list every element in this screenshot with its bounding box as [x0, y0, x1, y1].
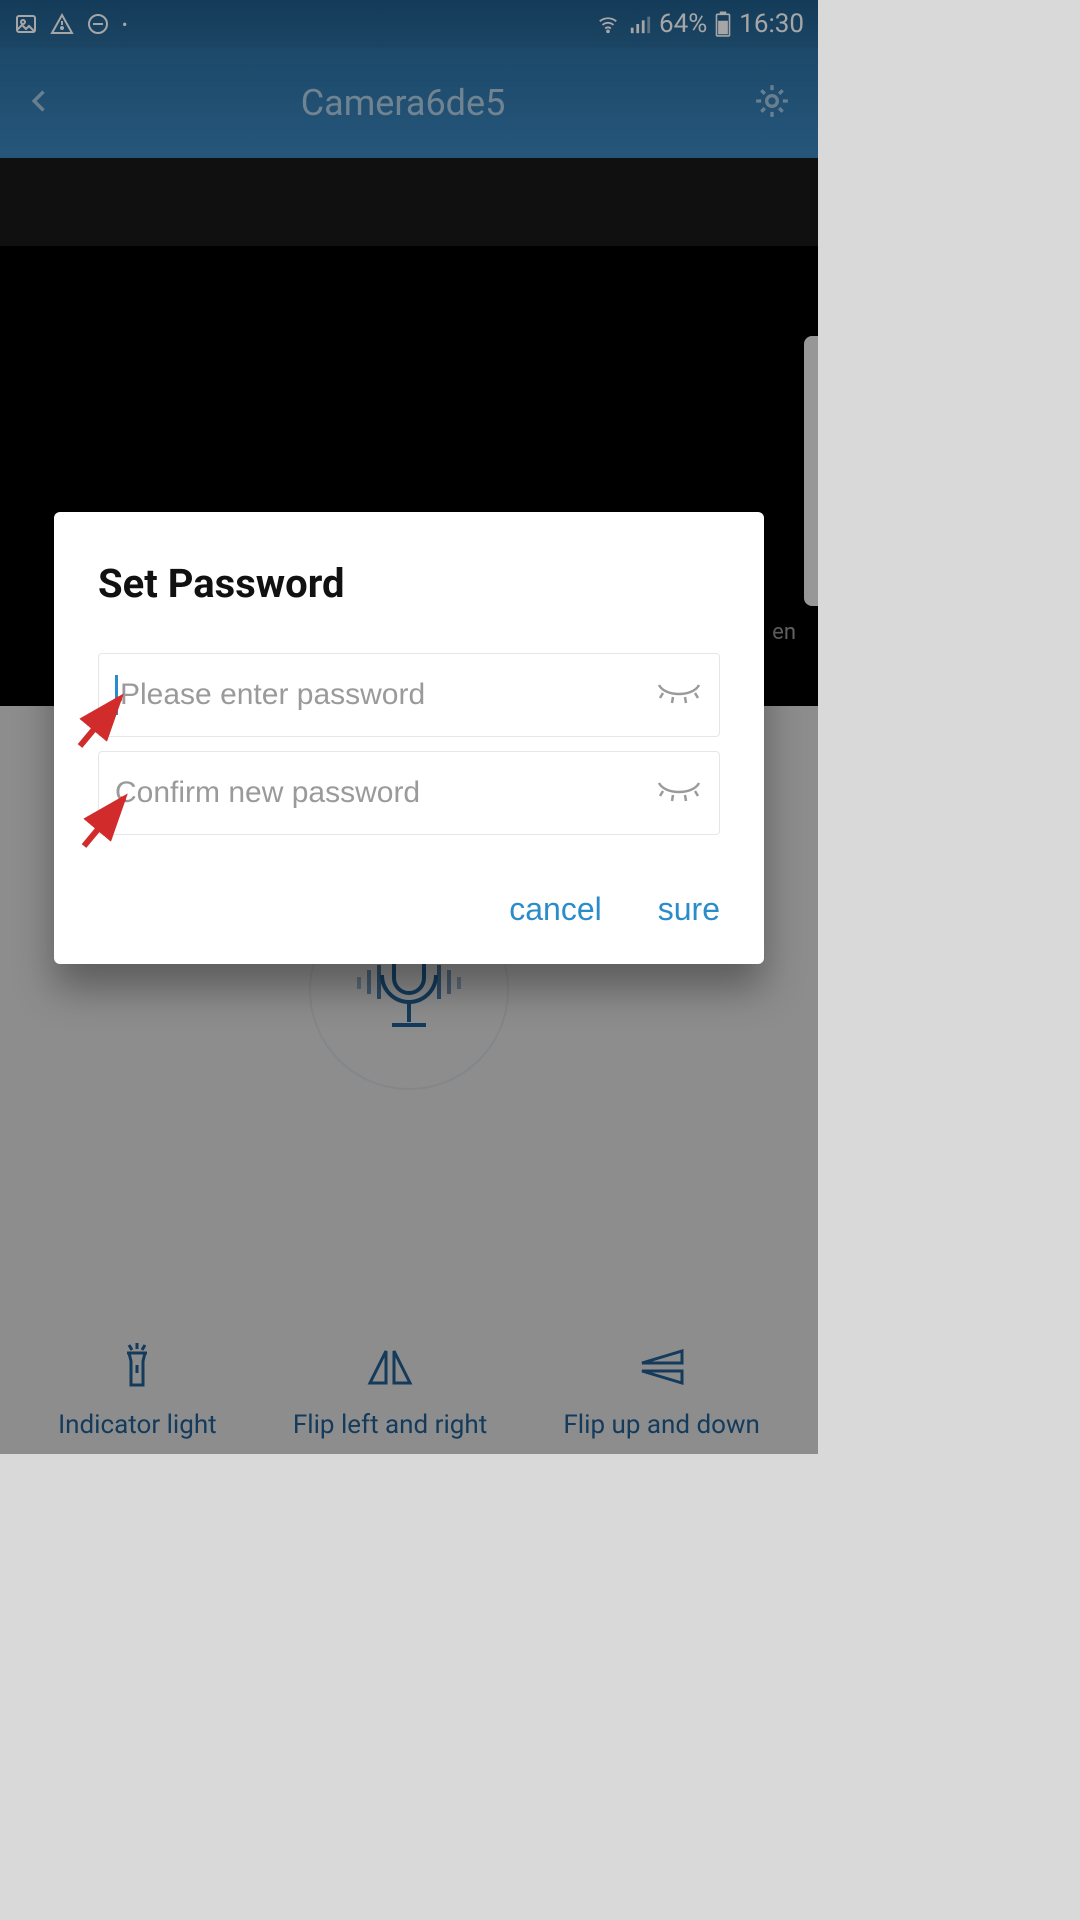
confirm-password-field-wrapper	[98, 751, 720, 835]
confirm-password-input[interactable]	[115, 776, 645, 810]
eye-closed-icon[interactable]	[655, 679, 703, 711]
dialog-title: Set Password	[98, 560, 720, 607]
cancel-button[interactable]: cancel	[509, 891, 602, 928]
set-password-dialog: Set Password cancel sure	[54, 512, 764, 964]
password-input[interactable]	[120, 678, 645, 712]
sure-button[interactable]: sure	[658, 891, 720, 928]
password-field-wrapper	[98, 653, 720, 737]
text-caret	[115, 675, 118, 715]
eye-closed-icon[interactable]	[655, 777, 703, 809]
dialog-actions: cancel sure	[98, 891, 720, 928]
